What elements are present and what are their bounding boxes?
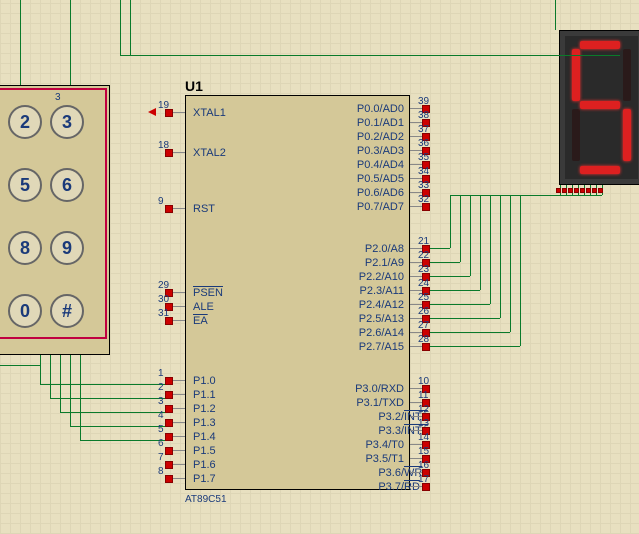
pin-name-P1.0: P1.0 [193,375,216,387]
pin-name-P2.2/A10: P2.2/A10 [359,271,404,283]
wire [130,0,131,55]
wire [60,412,165,413]
wire [80,440,165,441]
segment-d [580,166,620,174]
wire [0,365,40,366]
pin-pad[interactable] [165,461,173,469]
segment-b [623,49,631,101]
pin-pad[interactable] [165,391,173,399]
pin-name-P1.5: P1.5 [193,445,216,457]
seven-segment-display[interactable] [559,30,639,185]
wire [50,355,51,398]
pin-name-XTAL2: XTAL2 [193,147,226,159]
pin-name-P0.5/AD5: P0.5/AD5 [357,173,404,185]
pin-num-9: 9 [158,196,164,207]
wire [70,0,71,85]
key-hash[interactable]: # [50,294,84,328]
pin-num-2: 2 [158,382,164,393]
wire [20,0,21,85]
pin-name-P3.4/T0: P3.4/T0 [365,439,404,451]
pin-name-EA: EA [193,315,208,327]
pin-name-P2.7/A15: P2.7/A15 [359,341,404,353]
pin-name-P1.4: P1.4 [193,431,216,443]
pin-name-P3.5/T1: P3.5/T1 [365,453,404,465]
pin-name-P3.2/INT0: P3.2/INT0 [378,411,404,423]
pin-pad[interactable] [165,205,173,213]
wire [60,355,61,412]
pin-pad[interactable] [165,475,173,483]
pin-name-P2.3/A11: P2.3/A11 [360,285,404,297]
pin-name-P3.1/TXD: P3.1/TXD [356,397,404,409]
pin-pad[interactable] [422,203,430,211]
wire [50,398,165,399]
pin-name-P0.7/AD7: P0.7/AD7 [357,201,404,213]
pin-name-P0.4/AD4: P0.4/AD4 [357,159,404,171]
pin-pad[interactable] [165,419,173,427]
key-2[interactable]: 2 [8,105,42,139]
pin-name-P1.1: P1.1 [193,389,216,401]
pin-pad[interactable] [422,483,430,491]
pin-name-P0.0/AD0: P0.0/AD0 [357,103,404,115]
wire [120,0,121,55]
pin-num-1: 1 [158,368,164,379]
pin-pad[interactable] [165,317,173,325]
wire [70,426,165,427]
pin-name-P2.4/A12: P2.4/A12 [359,299,404,311]
pin-name-P0.6/AD6: P0.6/AD6 [357,187,404,199]
segment-g [580,101,620,109]
wire [120,55,620,56]
segment-a [580,41,620,49]
pin-name-P2.5/A13: P2.5/A13 [359,313,404,325]
pin-name-P2.0/A8: P2.0/A8 [365,243,404,255]
pin-name-P1.7: P1.7 [193,473,216,485]
pin-name-P1.2: P1.2 [193,403,216,415]
pin-name-P3.7/RD: P3.7/RD [378,481,404,493]
keypad-col-label: 3 [55,92,61,103]
pin-num-7: 7 [158,452,164,463]
pin-pad[interactable] [422,343,430,351]
wire [70,355,71,426]
pin-num-3: 3 [158,396,164,407]
key-0[interactable]: 0 [8,294,42,328]
wire [40,384,165,385]
pin-name-P3.6/WR: P3.6/WR [378,467,404,479]
pin-pad[interactable] [165,377,173,385]
pin-pad[interactable] [165,433,173,441]
pin-name-P3.3/INT1: P3.3/INT1 [378,425,404,437]
pin-name-XTAL1: XTAL1 [193,107,226,119]
pin-num-6: 6 [158,438,164,449]
pin-name-P1.6: P1.6 [193,459,216,471]
pin-name-P1.3: P1.3 [193,417,216,429]
pin-name-PSEN: PSEN [193,287,223,299]
pin-name-P2.6/A14: P2.6/A14 [359,327,404,339]
chip-designator: U1 [185,78,203,94]
wire [80,355,81,440]
key-5[interactable]: 5 [8,168,42,202]
chip-part-number: AT89C51 [185,494,227,505]
pin-name-P0.1/AD1: P0.1/AD1 [357,117,404,129]
key-6[interactable]: 6 [50,168,84,202]
pin-name-RST: RST [193,203,215,215]
key-9[interactable]: 9 [50,231,84,265]
pin-name-P0.3/AD3: P0.3/AD3 [357,145,404,157]
pin-pad[interactable] [165,447,173,455]
segment-e [572,109,580,161]
pin-pad[interactable] [165,405,173,413]
pin-num-5: 5 [158,424,164,435]
pin-name-ALE: ALE [193,301,214,313]
key-8[interactable]: 8 [8,231,42,265]
key-3[interactable]: 3 [50,105,84,139]
pin-pad[interactable] [165,109,173,117]
pin-num-4: 4 [158,410,164,421]
pin-num-8: 8 [158,466,164,477]
pin-name-P0.2/AD2: P0.2/AD2 [357,131,404,143]
segment-c [623,109,631,161]
wire [555,0,556,30]
pin-name-P3.0/RXD: P3.0/RXD [355,383,404,395]
pin-name-P2.1/A9: P2.1/A9 [365,257,404,269]
pin-pad[interactable] [165,149,173,157]
segment-f [572,49,580,101]
wire [40,355,41,385]
